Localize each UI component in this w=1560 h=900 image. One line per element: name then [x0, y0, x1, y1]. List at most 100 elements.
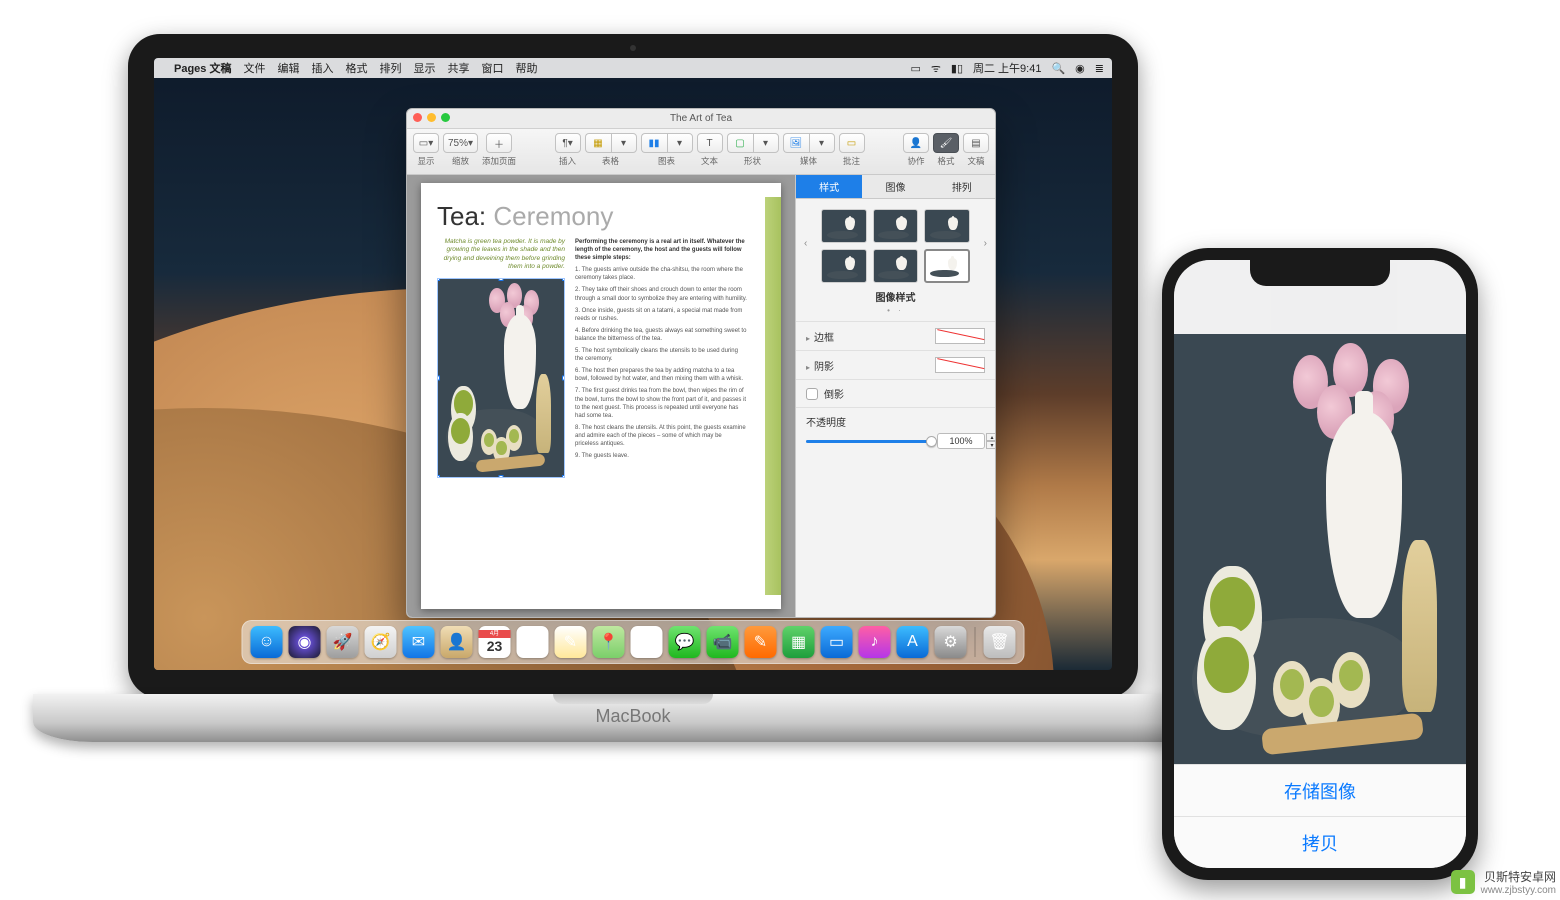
resize-handle[interactable] — [499, 278, 504, 281]
clock[interactable]: 周二 上午9:41 — [973, 60, 1041, 76]
pages-toolbar: ▭▾ 显示 75%▾ 缩放 ＋ 添加页面 ¶▾ 插入 — [407, 129, 995, 175]
text-button[interactable]: T — [697, 133, 723, 153]
selected-image[interactable] — [437, 278, 565, 478]
menu-编辑[interactable]: 编辑 — [277, 60, 299, 76]
style-thumb[interactable] — [873, 209, 918, 243]
dock-maps-icon[interactable]: 📍 — [593, 626, 625, 658]
menu-文件[interactable]: 文件 — [243, 60, 265, 76]
document-canvas[interactable]: Tea: Ceremony Matcha is green tea powder… — [407, 175, 795, 617]
insert-button[interactable]: ¶▾ — [555, 133, 581, 153]
dock-preferences-icon[interactable]: ⚙ — [935, 626, 967, 658]
battery-icon[interactable]: ▮▯ — [951, 62, 963, 75]
document-button[interactable]: ▤ — [963, 133, 989, 153]
window-titlebar[interactable]: The Art of Tea — [407, 109, 995, 129]
disclosure-icon[interactable]: ▸ — [806, 363, 810, 372]
dock-trash-icon[interactable]: 🗑 — [984, 626, 1016, 658]
dock-contacts-icon[interactable]: 👤 — [441, 626, 473, 658]
dock-appstore-icon[interactable]: A — [897, 626, 929, 658]
resize-handle[interactable] — [562, 278, 565, 281]
table-button[interactable]: ▦ — [585, 133, 611, 153]
resize-handle[interactable] — [562, 475, 565, 478]
dock-mail-icon[interactable]: ✉ — [403, 626, 435, 658]
resize-handle[interactable] — [437, 278, 440, 281]
collab-button[interactable]: 👤 — [903, 133, 929, 153]
tb-zoom: 75%▾ 缩放 — [443, 133, 478, 167]
iphone-photo[interactable] — [1174, 334, 1466, 764]
dock-itunes-icon[interactable]: ♪ — [859, 626, 891, 658]
dock-photos-icon[interactable]: ✿ — [631, 626, 663, 658]
opacity-value[interactable]: 100% ▴▾ — [937, 433, 985, 449]
doc-step: 7. The first guest drinks tea from the b… — [575, 387, 747, 419]
spotlight-icon[interactable]: 🔍 — [1051, 62, 1065, 75]
minimize-button[interactable] — [427, 113, 436, 122]
dock-safari-icon[interactable]: 🧭 — [365, 626, 397, 658]
menu-排列[interactable]: 排列 — [379, 60, 401, 76]
traffic-lights — [413, 113, 450, 122]
menu-显示[interactable]: 显示 — [413, 60, 435, 76]
style-thumb[interactable] — [821, 209, 866, 243]
format-inspector: 样式 图像 排列 ‹ — [795, 175, 995, 617]
tab-arrange[interactable]: 排列 — [929, 175, 995, 198]
addpage-button[interactable]: ＋ — [486, 133, 512, 153]
dock-facetime-icon[interactable]: 📹 — [707, 626, 739, 658]
wifi-icon[interactable]: ᯤ — [931, 61, 941, 76]
tab-style[interactable]: 样式 — [796, 175, 862, 198]
menu-帮助[interactable]: 帮助 — [515, 60, 537, 76]
dock-launchpad-icon[interactable]: 🚀 — [327, 626, 359, 658]
dock-messages-icon[interactable]: 💬 — [669, 626, 701, 658]
menu-窗口[interactable]: 窗口 — [481, 60, 503, 76]
border-swatch[interactable] — [935, 328, 985, 344]
shadow-swatch[interactable] — [935, 357, 985, 373]
dock-reminders-icon[interactable]: ☑ — [517, 626, 549, 658]
shadow-row[interactable]: ▸阴影 — [796, 350, 995, 379]
menu-共享[interactable]: 共享 — [447, 60, 469, 76]
style-thumb[interactable] — [924, 209, 969, 243]
media-button[interactable]: 🖼 — [783, 133, 809, 153]
chart-button[interactable]: ▮▮ — [641, 133, 667, 153]
slider-knob[interactable] — [926, 436, 937, 447]
iphone-action-sheet: 存储图像 拷贝 — [1174, 764, 1466, 868]
disclosure-icon[interactable]: ▸ — [806, 334, 810, 343]
dock-numbers-icon[interactable]: ▦ — [783, 626, 815, 658]
inspector-tabs: 样式 图像 排列 — [796, 175, 995, 199]
zoom-button[interactable] — [441, 113, 450, 122]
format-button[interactable]: 🖌 — [933, 133, 959, 153]
style-thumb[interactable] — [821, 249, 866, 283]
resize-handle[interactable] — [499, 475, 504, 478]
tab-image[interactable]: 图像 — [862, 175, 928, 198]
save-image-button[interactable]: 存储图像 — [1174, 764, 1466, 816]
dock-calendar-icon[interactable]: 4月23 — [479, 626, 511, 658]
opacity-stepper[interactable]: ▴▾ — [986, 433, 995, 449]
reflection-row[interactable]: 倒影 — [796, 379, 995, 407]
close-button[interactable] — [413, 113, 422, 122]
view-button[interactable]: ▭▾ — [413, 133, 439, 153]
reflection-checkbox[interactable] — [806, 388, 818, 400]
dock-keynote-icon[interactable]: ▭ — [821, 626, 853, 658]
dock-pages-icon[interactable]: ✎ — [745, 626, 777, 658]
zoom-select[interactable]: 75%▾ — [443, 133, 478, 153]
menu-格式[interactable]: 格式 — [345, 60, 367, 76]
menu-app[interactable]: Pages 文稿 — [174, 60, 231, 76]
airplay-icon[interactable]: ▭ — [910, 62, 920, 75]
style-thumb[interactable] — [873, 249, 918, 283]
notification-center-icon[interactable]: ≣ — [1095, 62, 1104, 75]
next-styles-icon[interactable]: › — [984, 238, 987, 249]
dock-finder-icon[interactable]: ☺ — [251, 626, 283, 658]
border-row[interactable]: ▸边框 — [796, 321, 995, 350]
style-thumb[interactable] — [924, 249, 969, 283]
dock-notes-icon[interactable]: ✎ — [555, 626, 587, 658]
mac-menubar: Pages 文稿 文件编辑插入格式排列显示共享窗口帮助 ▭ ᯤ ▮▯ 周二 上午… — [154, 58, 1112, 78]
shape-button[interactable]: ▢ — [727, 133, 753, 153]
menu-插入[interactable]: 插入 — [311, 60, 333, 76]
opacity-slider[interactable] — [806, 440, 931, 443]
resize-handle[interactable] — [562, 375, 565, 380]
doc-step: 3. Once inside, guests sit on a tatami, … — [575, 307, 747, 323]
dock-siri-icon[interactable]: ◉ — [289, 626, 321, 658]
resize-handle[interactable] — [437, 475, 440, 478]
doc-step: 4. Before drinking the tea, guests alway… — [575, 327, 747, 343]
comment-button[interactable]: ▭ — [839, 133, 865, 153]
copy-button[interactable]: 拷贝 — [1174, 816, 1466, 868]
resize-handle[interactable] — [437, 375, 440, 380]
macbook-label: MacBook — [33, 706, 1233, 727]
siri-icon[interactable]: ◉ — [1075, 62, 1085, 75]
